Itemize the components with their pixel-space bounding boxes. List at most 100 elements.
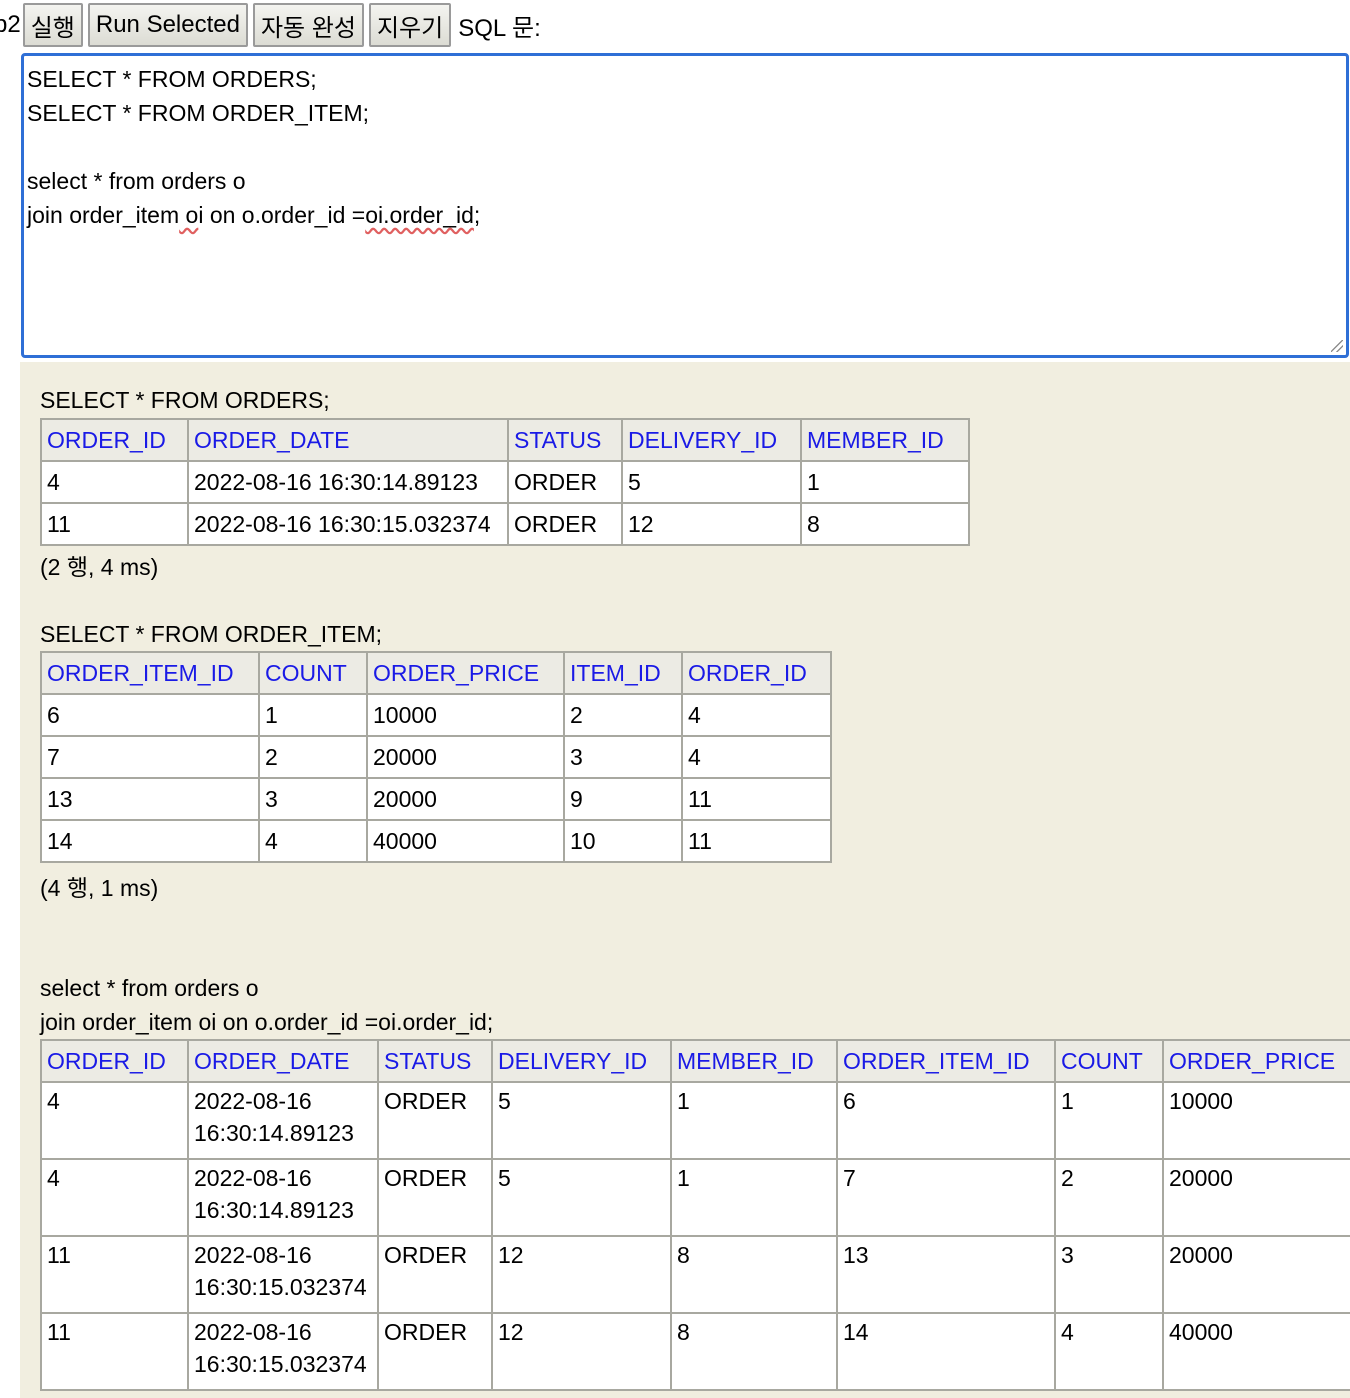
spellcheck-flagged-word: o <box>179 202 199 228</box>
execute-button[interactable]: 실행 <box>22 3 83 47</box>
table-row: 4 2022-08-16 16:30:14.89123 ORDER 5 1 6 1 10000 <box>40 1081 1350 1160</box>
table-cell: 20000 <box>366 735 565 779</box>
result-query-join-line2: join order_item oi on o.order_id =oi.ord… <box>40 1009 494 1035</box>
column-header[interactable]: ORDER_ID <box>681 651 832 695</box>
table-cell: 7 <box>836 1158 1056 1237</box>
table-cell: 9 <box>563 777 683 821</box>
sql-statement-label: SQL 문: <box>458 14 541 42</box>
table-cell: 10000 <box>366 693 565 737</box>
column-header[interactable]: DELIVERY_ID <box>491 1039 672 1083</box>
table-cell: 5 <box>491 1081 672 1160</box>
table-cell: 12 <box>491 1235 672 1314</box>
autocomplete-button[interactable]: 자동 완성 <box>252 3 364 47</box>
table-cell: 8 <box>800 502 970 546</box>
column-header[interactable]: ORDER_DATE <box>187 418 509 462</box>
table-row: 13 3 20000 9 11 <box>40 777 832 821</box>
table-cell: 4 <box>40 1081 189 1160</box>
column-header[interactable]: COUNT <box>1054 1039 1164 1083</box>
toolbar: p2 실행 Run Selected 자동 완성 지우기 SQL 문: <box>0 0 1350 50</box>
table-cell: 12 <box>621 502 802 546</box>
table-cell: 11 <box>681 777 832 821</box>
table-cell: 1 <box>800 460 970 504</box>
result-table-join: ORDER_ID ORDER_DATE STATUS DELIVERY_ID MEMBE… <box>40 1039 1350 1391</box>
table-cell: 11 <box>681 819 832 863</box>
column-header[interactable]: ORDER_PRICE <box>1162 1039 1350 1083</box>
table-cell: 12 <box>491 1312 672 1391</box>
column-header[interactable]: COUNT <box>258 651 368 695</box>
result-status-orders: (2 행, 4 ms) <box>40 554 159 580</box>
table-cell: 2 <box>258 735 368 779</box>
table-cell: 1 <box>1054 1081 1164 1160</box>
table-cell: 2022-08-16 16:30:14.89123 <box>187 1158 379 1237</box>
table-cell: 2022-08-16 16:30:15.032374 <box>187 1312 379 1391</box>
table-cell: 10 <box>563 819 683 863</box>
column-header[interactable]: ORDER_ID <box>40 418 189 462</box>
column-header[interactable]: ORDER_ITEM_ID <box>40 651 260 695</box>
table-cell: 40000 <box>1162 1312 1350 1391</box>
table-cell: 4 <box>40 1158 189 1237</box>
result-query-join-line1: select * from orders o <box>40 975 259 1001</box>
column-header[interactable]: ORDER_ID <box>40 1039 189 1083</box>
editor-text: join order_item <box>27 202 180 228</box>
table-cell: 20000 <box>1162 1158 1350 1237</box>
column-header[interactable]: ORDER_PRICE <box>366 651 565 695</box>
table-cell: 20000 <box>366 777 565 821</box>
column-header[interactable]: DELIVERY_ID <box>621 418 802 462</box>
result-query-order-item: SELECT * FROM ORDER_ITEM; <box>40 621 383 647</box>
table-cell: 2022-08-16 16:30:14.89123 <box>187 460 509 504</box>
table-cell: 5 <box>621 460 802 504</box>
table-cell: 11 <box>40 1235 189 1314</box>
truncated-label: p2 <box>0 11 21 38</box>
table-cell: 2 <box>563 693 683 737</box>
table-cell: 14 <box>40 819 260 863</box>
table-cell: 2022-08-16 16:30:15.032374 <box>187 1235 379 1314</box>
column-header[interactable]: STATUS <box>507 418 623 462</box>
sql-editor[interactable]: SELECT * FROM ORDERS; SELECT * FROM ORDE… <box>21 53 1349 358</box>
table-cell: 13 <box>40 777 260 821</box>
column-header[interactable]: ORDER_DATE <box>187 1039 379 1083</box>
table-cell: 3 <box>563 735 683 779</box>
table-row: 6 1 10000 2 4 <box>40 693 832 737</box>
table-cell: 6 <box>40 693 260 737</box>
table-cell: 10000 <box>1162 1081 1350 1160</box>
table-cell: 8 <box>670 1235 838 1314</box>
table-cell: 1 <box>258 693 368 737</box>
table-cell: 6 <box>836 1081 1056 1160</box>
editor-text: ; <box>473 202 481 228</box>
table-cell: 20000 <box>1162 1235 1350 1314</box>
result-table-order-item: ORDER_ITEM_ID COUNT ORDER_PRICE ITEM_ID ORDE… <box>40 651 832 863</box>
column-header[interactable]: MEMBER_ID <box>800 418 970 462</box>
table-cell: 40000 <box>366 819 565 863</box>
clear-button[interactable]: 지우기 <box>368 3 452 47</box>
table-cell: ORDER <box>377 1312 493 1391</box>
table-cell: 4 <box>258 819 368 863</box>
editor-line-spellchecked: join order_item oi on o.order_id =oi.ord… <box>27 198 1343 232</box>
run-selected-button[interactable]: Run Selected <box>87 3 248 47</box>
table-cell: 3 <box>258 777 368 821</box>
table-row: 14 4 40000 10 11 <box>40 819 832 863</box>
table-cell: 7 <box>40 735 260 779</box>
table-cell: ORDER <box>507 502 623 546</box>
column-header[interactable]: MEMBER_ID <box>670 1039 838 1083</box>
column-header[interactable]: STATUS <box>377 1039 493 1083</box>
editor-text: i on o.order_id = <box>198 202 366 228</box>
column-header[interactable]: ITEM_ID <box>563 651 683 695</box>
table-row: 11 2022-08-16 16:30:15.032374 ORDER 12 8 14 4 4… <box>40 1312 1350 1391</box>
table-row: 11 2022-08-16 16:30:15.032374 ORDER 12 8 <box>40 502 970 546</box>
table-row: 4 2022-08-16 16:30:14.89123 ORDER 5 1 7 2 20000 <box>40 1158 1350 1237</box>
table-cell: 11 <box>40 502 189 546</box>
results-panel: SELECT * FROM ORDERS; ORDER_ID ORDER_DATE… <box>20 362 1350 1398</box>
table-cell: 4 <box>681 735 832 779</box>
editor-line: SELECT * FROM ORDER_ITEM; <box>27 100 370 126</box>
table-cell: ORDER <box>377 1081 493 1160</box>
resize-handle[interactable] <box>1331 340 1343 352</box>
table-cell: 2022-08-16 16:30:14.89123 <box>187 1081 379 1160</box>
table-cell: 4 <box>681 693 832 737</box>
table-cell: ORDER <box>507 460 623 504</box>
table-cell: 14 <box>836 1312 1056 1391</box>
table-cell: ORDER <box>377 1158 493 1237</box>
table-cell: 11 <box>40 1312 189 1391</box>
column-header[interactable]: ORDER_ITEM_ID <box>836 1039 1056 1083</box>
spellcheck-flagged-word: oi.order_id <box>365 202 474 228</box>
result-table-orders: ORDER_ID ORDER_DATE STATUS DELIVERY_ID MEMBE… <box>40 418 970 546</box>
